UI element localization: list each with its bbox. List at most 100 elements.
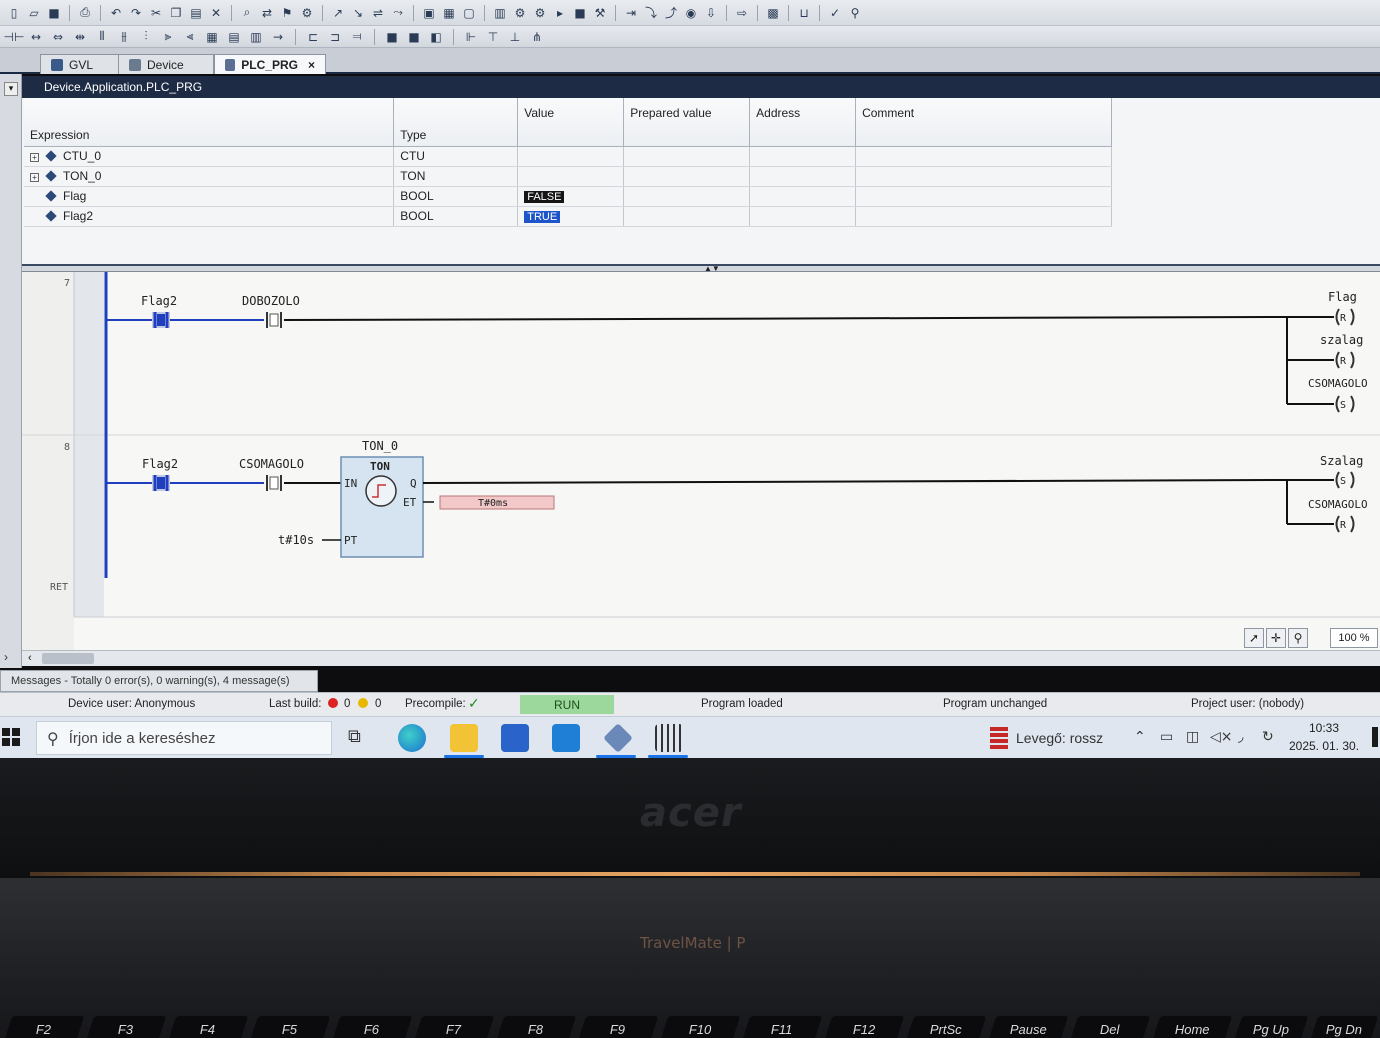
pt-value[interactable]: t#10s xyxy=(278,533,314,547)
key-home[interactable]: Home xyxy=(1151,1016,1233,1038)
network-below-icon[interactable]: ■ xyxy=(406,29,422,45)
jump-icon[interactable]: → xyxy=(270,29,286,45)
chevron-left-icon[interactable]: ‹ xyxy=(28,652,32,664)
step-into-icon[interactable]: ⤵ xyxy=(643,5,659,21)
logout-device-icon[interactable]: ⚙ xyxy=(532,5,548,21)
store-icon[interactable] xyxy=(501,724,529,752)
breakpoint-icon[interactable]: ◉ xyxy=(683,5,699,21)
set-coil-icon[interactable]: ⫵ xyxy=(116,29,132,45)
cart-icon[interactable]: ⊔ xyxy=(796,5,812,21)
contact-icon[interactable]: ⊣⊢ xyxy=(4,29,25,45)
redo-icon[interactable]: ↷ xyxy=(128,5,144,21)
key-f11[interactable]: F11 xyxy=(741,1016,823,1038)
parallel-contact-icon[interactable]: ⇔ xyxy=(50,29,66,45)
weather-widget[interactable]: Levegő: rossz xyxy=(990,727,1103,749)
table-row[interactable]: + CTU_0 CTU xyxy=(24,146,1112,167)
document-icon[interactable]: ▢ xyxy=(461,5,477,21)
key-f10[interactable]: F10 xyxy=(659,1016,741,1038)
key-pgup[interactable]: Pg Up xyxy=(1233,1016,1309,1038)
paste-icon[interactable]: ▤ xyxy=(188,5,204,21)
step-over-icon[interactable]: ⇥ xyxy=(623,5,639,21)
key-f8[interactable]: F8 xyxy=(495,1016,577,1038)
key-pgdn[interactable]: Pg Dn xyxy=(1309,1016,1379,1038)
expand-icon[interactable]: + xyxy=(30,173,39,182)
falling-edge-icon[interactable]: ⫷ xyxy=(182,29,198,45)
key-f12[interactable]: F12 xyxy=(823,1016,905,1038)
force-values-icon[interactable]: ⤳ xyxy=(390,5,406,21)
online-icon[interactable]: ⇌ xyxy=(370,5,386,21)
branch-icon[interactable]: ⇹ xyxy=(72,29,88,45)
build-icon[interactable]: ⚙ xyxy=(299,5,315,21)
chevron-down-icon[interactable]: ▾ xyxy=(4,82,18,96)
new-file-icon[interactable]: ▯ xyxy=(6,5,22,21)
delete-icon[interactable]: ✕ xyxy=(208,5,224,21)
sync-icon[interactable]: ↻ xyxy=(1262,729,1274,745)
key-f2[interactable]: F2 xyxy=(3,1016,85,1038)
file-explorer-icon[interactable] xyxy=(450,724,478,752)
pointer-icon[interactable]: ➚ xyxy=(1244,628,1264,648)
system-clock[interactable]: 10:33 2025. 01. 30. xyxy=(1284,719,1364,755)
chevron-up-icon[interactable]: ⌃ xyxy=(1134,729,1146,745)
precompile-ok-icon[interactable]: ✓ xyxy=(468,695,480,712)
key-f9[interactable]: F9 xyxy=(577,1016,659,1038)
table-row[interactable]: + TON_0 TON xyxy=(24,166,1112,187)
fb-instance-name[interactable]: TON_0 xyxy=(362,439,398,453)
contact-label[interactable]: Flag2 xyxy=(141,294,177,308)
contact-csomagolo[interactable] xyxy=(266,475,282,491)
open-icon[interactable]: ▱ xyxy=(26,5,42,21)
chevron-right-icon[interactable]: › xyxy=(4,650,8,664)
screen-icon[interactable]: ▩ xyxy=(765,5,781,21)
task-view-icon[interactable]: ⧉ xyxy=(348,726,361,747)
search-icon[interactable]: ⚲ xyxy=(847,5,863,21)
login-device-icon[interactable]: ⚙ xyxy=(512,5,528,21)
undo-icon[interactable]: ↶ xyxy=(108,5,124,21)
find-replace-icon[interactable]: ⇄ xyxy=(259,5,275,21)
prepared-value-cell[interactable] xyxy=(623,186,751,207)
column-header-value[interactable]: Value xyxy=(517,98,625,147)
reset-coil-icon[interactable]: ⫶ xyxy=(138,29,154,45)
write-values-icon[interactable]: ⇩ xyxy=(703,5,719,21)
coil-label[interactable]: CSOMAGOLO xyxy=(1308,498,1368,511)
warning-icon[interactable] xyxy=(358,698,368,710)
prepared-value-cell[interactable] xyxy=(623,206,751,227)
key-pause[interactable]: Pause xyxy=(987,1016,1069,1038)
network-above-icon[interactable]: ■ xyxy=(384,29,400,45)
check-icon[interactable]: ✓ xyxy=(827,5,843,21)
branch-close-icon[interactable]: ⊥ xyxy=(507,29,523,45)
horizontal-scrollbar[interactable]: ‹ xyxy=(22,650,1380,666)
insert-icon[interactable]: ⫤ xyxy=(349,29,365,45)
notification-icon[interactable] xyxy=(1372,727,1378,747)
battery-icon[interactable]: ▭ xyxy=(1160,729,1173,745)
cut-icon[interactable]: ✂ xyxy=(148,5,164,21)
pan-icon[interactable]: ✛ xyxy=(1266,628,1286,648)
table-row[interactable]: Flag2 BOOL TRUE xyxy=(24,206,1112,227)
monitor-icon[interactable]: ▣ xyxy=(421,5,437,21)
expand-icon[interactable]: + xyxy=(30,153,39,162)
box-inputs-icon[interactable]: ▥ xyxy=(248,29,264,45)
rising-edge-icon[interactable]: ⫸ xyxy=(160,29,176,45)
mixer-app-icon[interactable] xyxy=(655,724,683,752)
label-icon[interactable]: ⊐ xyxy=(327,29,343,45)
box-en-icon[interactable]: ▤ xyxy=(226,29,242,45)
coil-szalag-set[interactable]: S xyxy=(1335,471,1355,489)
ladder-editor[interactable]: 7 8 RET Flag2 DOBOZOLO R Flag R szalag S… xyxy=(22,272,1380,650)
tab-device[interactable]: Device xyxy=(118,54,214,74)
print-icon[interactable]: ⎙ xyxy=(77,5,93,21)
key-f6[interactable]: F6 xyxy=(331,1016,413,1038)
messages-tab[interactable]: Messages - Totally 0 error(s), 0 warning… xyxy=(0,670,318,692)
key-f4[interactable]: F4 xyxy=(167,1016,249,1038)
reset-icon[interactable]: ⚒ xyxy=(592,5,608,21)
contact-label[interactable]: DOBOZOLO xyxy=(242,294,300,308)
column-header-comment[interactable]: Comment xyxy=(855,98,1112,147)
error-icon[interactable] xyxy=(328,698,338,710)
bookmark-icon[interactable]: ⚑ xyxy=(279,5,295,21)
return-icon[interactable]: ⊏ xyxy=(305,29,321,45)
taskbar-search[interactable]: ⚲ Írjon ide a kereséshez xyxy=(36,721,332,755)
windows-start-icon[interactable] xyxy=(2,728,20,746)
coil-label[interactable]: szalag xyxy=(1320,333,1363,347)
tab-plc-prg[interactable]: PLC_PRG × xyxy=(214,54,326,74)
contact-dobozolo[interactable] xyxy=(266,312,282,328)
run-icon[interactable]: ▸ xyxy=(552,5,568,21)
key-prtsc[interactable]: PrtSc xyxy=(905,1016,987,1038)
column-header-type[interactable]: Type xyxy=(393,98,519,147)
